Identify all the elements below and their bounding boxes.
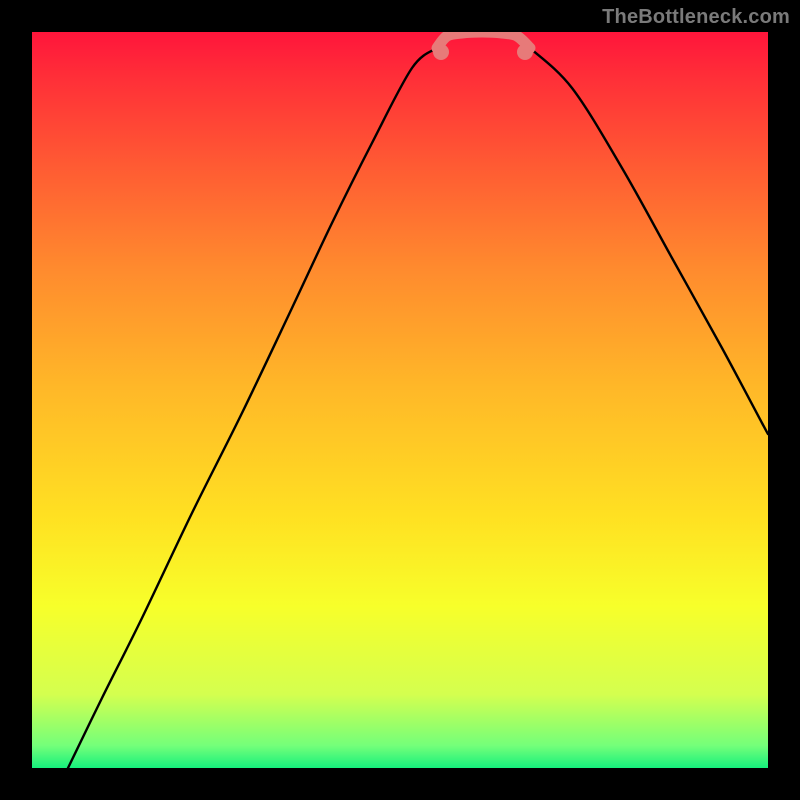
- chart-frame: TheBottleneck.com: [0, 0, 800, 800]
- plot-area: [32, 32, 768, 768]
- right-curve: [530, 48, 768, 434]
- watermark-text: TheBottleneck.com: [602, 6, 790, 29]
- marker-dot-0: [433, 44, 449, 60]
- bottom-segment: [437, 32, 530, 48]
- marker-dot-1: [517, 44, 533, 60]
- left-curve: [68, 48, 437, 768]
- chart-svg: [32, 32, 768, 768]
